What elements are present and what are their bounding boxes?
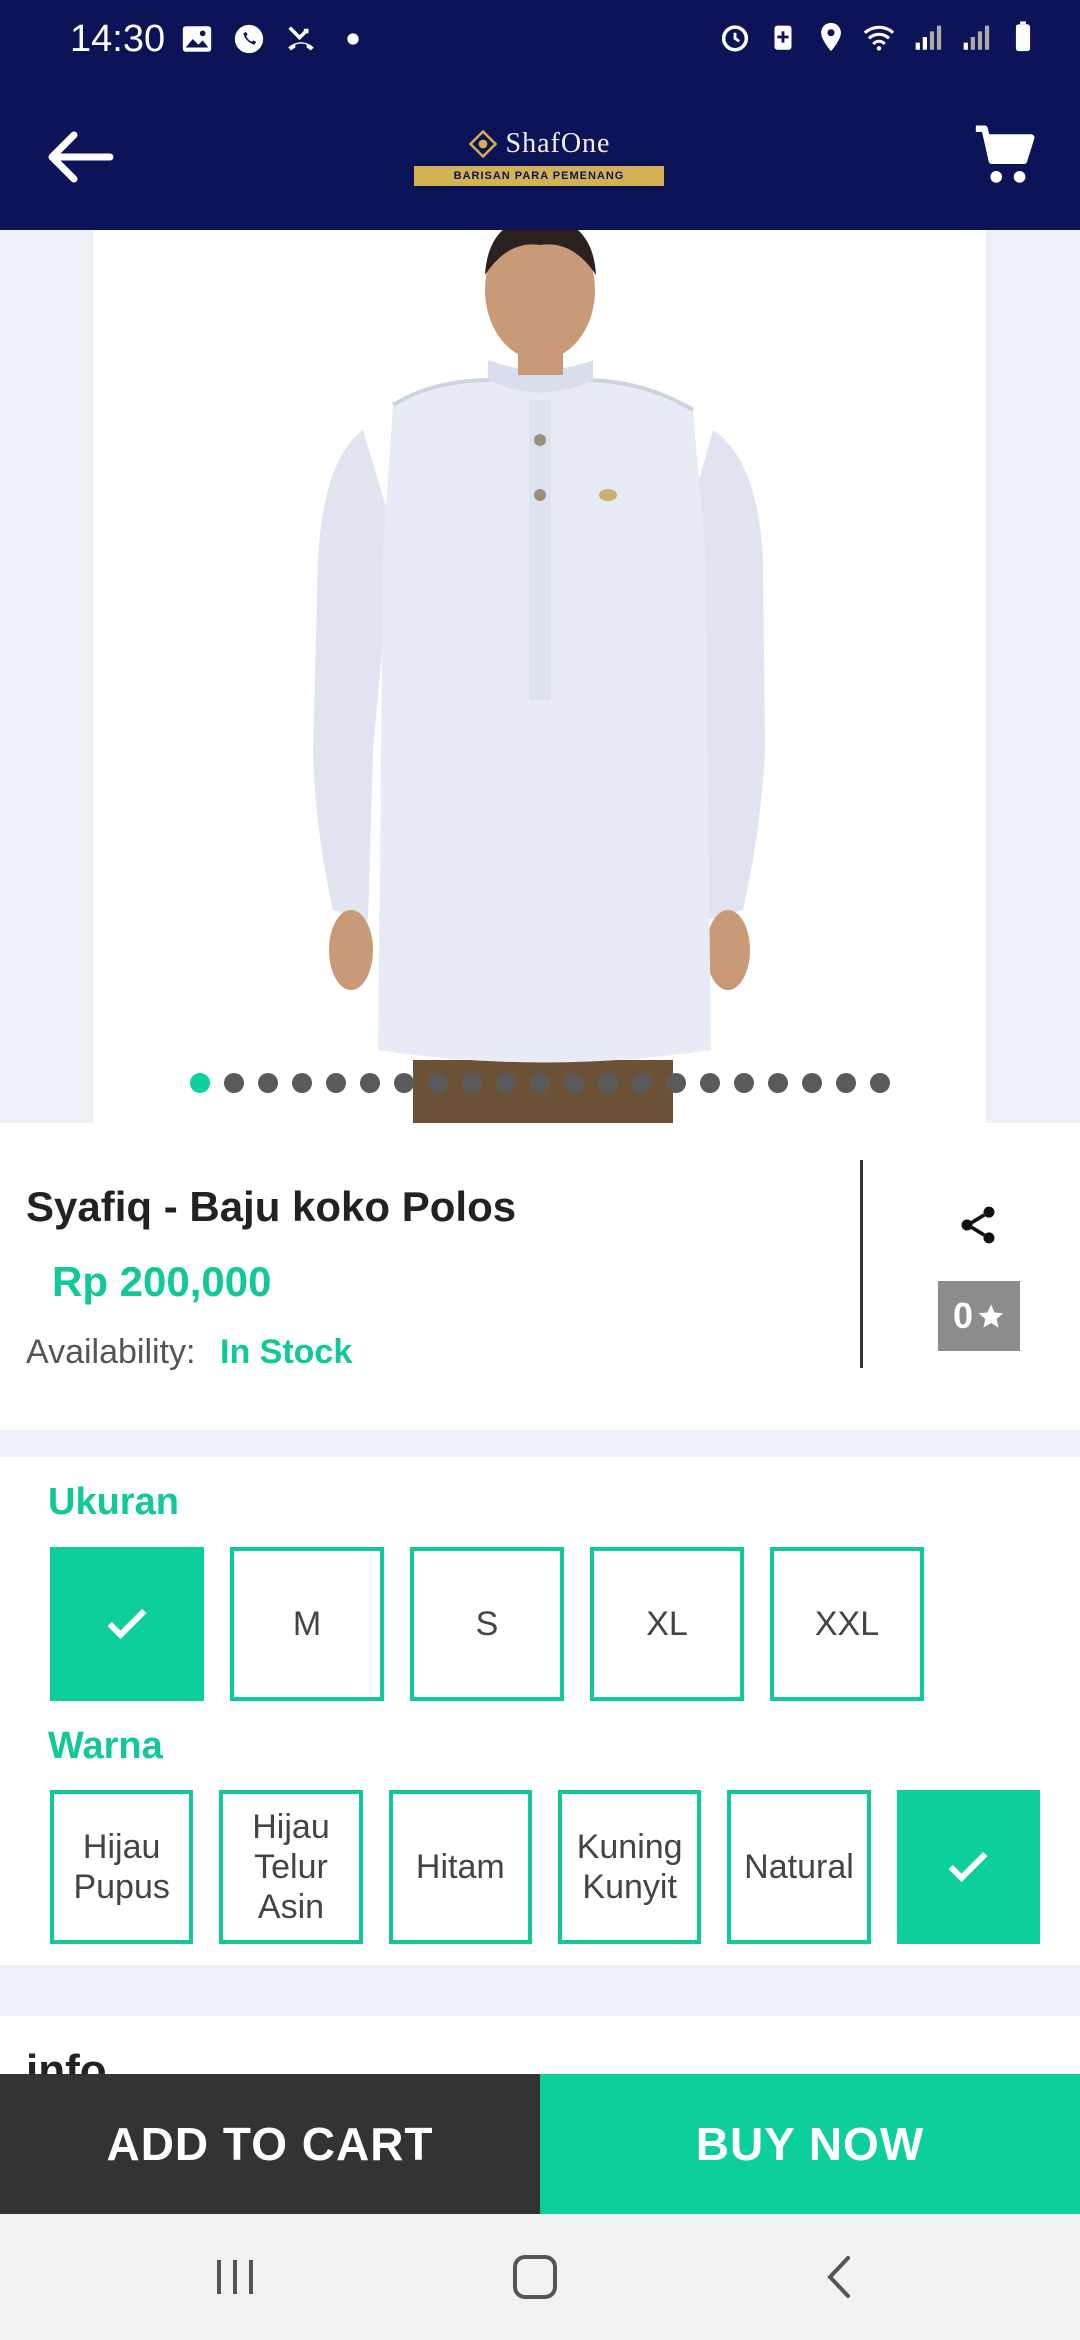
arrow-left-icon[interactable]	[40, 122, 120, 192]
buy-now-button[interactable]: BUY NOW	[540, 2074, 1080, 2214]
color-option[interactable]	[896, 1790, 1040, 1944]
brand-logo: ShafOne BARISAN PARA PEMENANG	[414, 122, 664, 194]
availability-label: Availability:	[26, 1333, 196, 1371]
size-option[interactable]: S	[410, 1547, 564, 1701]
color-option[interactable]: Natural	[727, 1790, 871, 1944]
carousel-dot[interactable]	[666, 1073, 686, 1093]
app-bar: ShafOne BARISAN PARA PEMENANG	[0, 80, 1080, 230]
star-icon	[978, 1304, 1004, 1328]
status-left-icons	[180, 22, 370, 56]
product-title: Syafiq - Baju koko Polos	[26, 1183, 517, 1230]
size-option-label: XXL	[814, 1605, 880, 1643]
carousel-dot[interactable]	[564, 1073, 584, 1093]
carousel-dot[interactable]	[428, 1073, 448, 1093]
status-bar: 14:30	[0, 0, 1080, 80]
carousel-dot[interactable]	[734, 1073, 754, 1093]
battery-saver-icon	[774, 25, 792, 50]
size-option[interactable]: XL	[590, 1547, 744, 1701]
carousel-dot[interactable]	[190, 1073, 210, 1093]
size-option-label: XL	[646, 1605, 688, 1643]
product-photo[interactable]	[93, 230, 986, 1123]
product-price: Rp 200,000	[52, 1258, 272, 1305]
status-right-icons	[718, 20, 1040, 54]
carousel-dot[interactable]	[224, 1073, 244, 1093]
share-icon[interactable]	[956, 1203, 1000, 1247]
signal-icon	[915, 25, 942, 50]
color-option-label: Natural	[744, 1848, 854, 1886]
gallery-icon	[182, 26, 212, 52]
size-option-label: M	[292, 1605, 322, 1643]
check-icon	[948, 1851, 988, 1883]
signal-icon	[963, 25, 990, 50]
carousel-dot[interactable]	[292, 1073, 312, 1093]
logo-tagline: BARISAN PARA PEMENANG	[414, 166, 664, 186]
carousel-dot[interactable]	[632, 1073, 652, 1093]
wifi-icon	[863, 25, 895, 51]
carousel-dot[interactable]	[802, 1073, 822, 1093]
logo-brand: ShafOne	[505, 128, 611, 159]
size-options: M S XL XXL	[50, 1547, 924, 1701]
product-options-card: Ukuran M S XL XXL Warna Hijau Pupus Hijau Telu…	[0, 1457, 1080, 1965]
dot-icon	[347, 33, 359, 45]
carousel-dot[interactable]	[326, 1073, 346, 1093]
system-nav-bar	[0, 2214, 1080, 2340]
whatsapp-icon	[234, 24, 264, 54]
color-option[interactable]: Kuning Kunyit	[557, 1790, 702, 1944]
color-option-label: Hitam	[415, 1848, 505, 1886]
alarm-icon	[721, 25, 749, 52]
vertical-divider	[860, 1160, 863, 1368]
location-icon	[821, 22, 841, 52]
color-option[interactable]: Hijau Telur Asin	[219, 1790, 363, 1944]
carousel-dot[interactable]	[496, 1073, 516, 1093]
battery-icon	[1015, 21, 1031, 52]
product-photo-image	[93, 230, 986, 1123]
size-option-label: S	[475, 1605, 499, 1643]
color-option[interactable]: Hitam	[388, 1790, 532, 1944]
carousel-dot[interactable]	[462, 1073, 482, 1093]
nav-back-icon[interactable]	[810, 2252, 870, 2302]
rating-value: 0	[952, 1295, 974, 1336]
carousel-dot[interactable]	[700, 1073, 720, 1093]
carousel-pagination	[0, 1073, 1080, 1093]
color-options: Hijau Pupus Hijau Telur Asin Hitam Kuning Kunyi…	[50, 1790, 1040, 1944]
cart-icon[interactable]	[970, 120, 1040, 190]
carousel-dot[interactable]	[870, 1073, 890, 1093]
recent-apps-icon[interactable]	[205, 2252, 265, 2302]
missed-call-icon	[288, 26, 314, 51]
carousel-dot[interactable]	[836, 1073, 856, 1093]
carousel-dot[interactable]	[360, 1073, 380, 1093]
carousel-dot[interactable]	[768, 1073, 788, 1093]
availability-value: In Stock	[220, 1333, 353, 1371]
carousel-dot[interactable]	[394, 1073, 414, 1093]
carousel-dot[interactable]	[598, 1073, 618, 1093]
product-info-card: Syafiq - Baju koko Polos Rp 200,000 Avai…	[0, 1123, 1080, 1430]
bottom-action-bar: ADD TO CART BUY NOW	[0, 2074, 1080, 2214]
rating-badge: 0	[938, 1281, 1020, 1351]
status-time: 14:30	[70, 18, 166, 60]
size-option[interactable]	[50, 1547, 204, 1701]
size-label: Ukuran	[48, 1481, 179, 1523]
logo-emblem-icon	[468, 129, 497, 159]
home-icon[interactable]	[505, 2252, 565, 2302]
add-to-cart-button[interactable]: ADD TO CART	[0, 2074, 540, 2214]
size-option[interactable]: XXL	[770, 1547, 924, 1701]
color-option[interactable]: Hijau Pupus	[50, 1790, 194, 1944]
color-option-label: Hijau Telur Asin	[252, 1808, 330, 1926]
logo-wordmark: ShafOne	[414, 122, 664, 166]
check-icon	[107, 1608, 147, 1640]
color-label: Warna	[48, 1725, 163, 1767]
color-option-label: Hijau Pupus	[73, 1828, 170, 1906]
size-option[interactable]: M	[230, 1547, 384, 1701]
carousel-dot[interactable]	[530, 1073, 550, 1093]
color-option-label: Kuning Kunyit	[576, 1828, 683, 1906]
product-image-carousel[interactable]	[0, 230, 1080, 1123]
carousel-dot[interactable]	[258, 1073, 278, 1093]
